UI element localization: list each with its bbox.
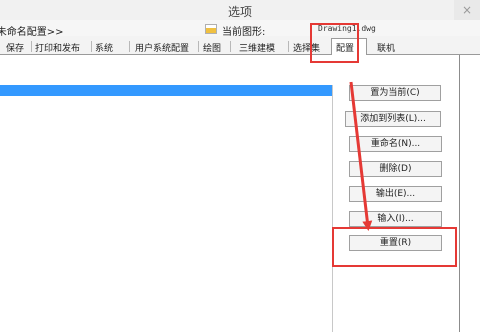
annotation-overlay <box>349 81 373 231</box>
annotation-arrow <box>349 81 373 231</box>
